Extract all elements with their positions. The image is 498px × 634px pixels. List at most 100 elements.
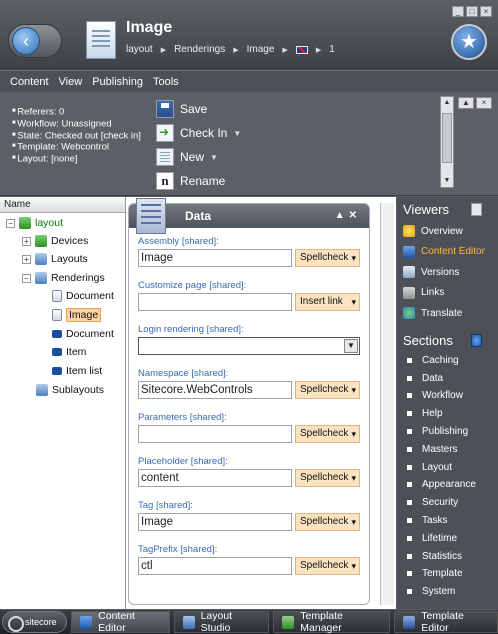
section-data[interactable]: Data [397,369,498,387]
menu-publishing[interactable]: Publishing [92,76,143,88]
viewer-versions[interactable]: Versions [397,262,498,283]
section-security[interactable]: Security [397,494,498,512]
expand-icon[interactable]: + [22,254,31,264]
tree-node-devices[interactable]: + Devices [22,232,88,250]
tree-node-image[interactable]: Image [52,306,102,324]
section-tasks[interactable]: Tasks [397,512,498,530]
collapse-ribbon-button[interactable]: ▲ [458,97,474,109]
check-in-label: Check In [180,126,228,140]
info-state[interactable]: State: Checked out [check in] [12,130,141,142]
tree-node-item-list[interactable]: Item list [52,362,102,380]
menu-content[interactable]: Content [10,76,49,88]
minimize-button[interactable]: _ [452,6,464,17]
section-masters[interactable]: Masters [397,440,498,458]
save-button[interactable]: Save [156,97,241,121]
close-button[interactable]: × [480,6,492,17]
new-document-icon [156,148,174,166]
task-layout-studio[interactable]: Layout Studio [173,610,270,634]
section-help[interactable]: Help [397,405,498,423]
close-ribbon-button[interactable]: × [476,97,492,109]
section-caching[interactable]: Caching [397,352,498,370]
menu-view[interactable]: View [59,76,83,88]
scroll-thumb[interactable] [442,113,452,163]
task-template-manager[interactable]: Template Manager [273,610,391,634]
sitecore-start-button[interactable]: sitecore [2,611,68,633]
chevron-down-icon: ▼ [210,152,218,162]
viewer-content-editor[interactable]: Content Editor [397,242,498,263]
rename-button[interactable]: n Rename [156,169,241,193]
tree-node-sublayouts[interactable]: Sublayouts [36,381,104,399]
insert-link-button[interactable]: Insert link [295,293,360,311]
maximize-button[interactable]: □ [466,6,478,17]
info-layout: Layout: [none] [12,153,141,165]
menu-bar: Content View Publishing Tools [0,70,498,92]
section-template[interactable]: Template [397,565,498,583]
scroll-up-icon[interactable]: ▲ [441,97,453,109]
document-icon [86,21,116,59]
login-rendering-select[interactable]: ▼ [138,337,360,355]
check-in-button[interactable]: Check In ▼ [156,121,241,145]
task-content-editor[interactable]: Content Editor [71,610,170,634]
tree-node-renderings[interactable]: − Renderings [22,269,105,287]
parameters-input[interactable] [138,425,292,443]
breadcrumb-item[interactable]: Image [247,44,275,55]
tree-node-layout[interactable]: − layout [6,214,63,232]
placeholder-input[interactable]: content [138,469,292,487]
assembly-input[interactable]: Image [138,249,292,267]
rename-icon: n [156,172,174,190]
breadcrumb-item[interactable]: Renderings [174,44,225,55]
spellcheck-button[interactable]: Spellcheck [295,557,360,575]
expand-icon[interactable]: + [22,236,31,246]
tree-node-document[interactable]: Document [52,287,114,305]
tree-node-layouts[interactable]: + Layouts [22,250,88,268]
editor-scrollbar[interactable] [380,203,394,605]
tree-node-label: layout [35,217,64,229]
ribbon-scrollbar[interactable]: ▲ ▼ [440,96,454,188]
collapse-icon[interactable]: − [6,218,15,228]
section-system[interactable]: System [397,583,498,601]
section-controls[interactable]: ▲✕ [335,204,361,228]
breadcrumb-item[interactable]: layout [126,44,153,55]
collapse-icon[interactable]: − [22,273,31,283]
viewer-links[interactable]: Links [397,283,498,304]
scroll-down-icon[interactable]: ▼ [441,175,453,187]
task-template-editor[interactable]: Template Editor [394,610,498,634]
spellcheck-button[interactable]: Spellcheck [295,249,360,267]
breadcrumb-arrow-icon: ▶ [282,46,288,54]
translate-icon [403,307,415,320]
language-flag-icon[interactable] [295,45,308,54]
back-button[interactable]: ‹ [8,24,62,58]
section-lifetime[interactable]: Lifetime [397,529,498,547]
menu-tools[interactable]: Tools [153,76,179,88]
tagprefix-input[interactable]: ctl [138,557,292,575]
viewer-label: Translate [421,307,463,319]
spellcheck-button[interactable]: Spellcheck [295,469,360,487]
section-appearance[interactable]: Appearance [397,476,498,494]
section-publishing[interactable]: Publishing [397,423,498,441]
new-button[interactable]: New ▼ [156,145,241,169]
viewer-translate[interactable]: Translate [397,303,498,324]
ribbon: Referers: 0 Workflow: Unassigned State: … [0,92,498,196]
parameters-field: Parameters [shared]: Spellcheck [138,412,360,443]
ribbon-controls: ▲ × [458,97,492,109]
field-label: Namespace [shared]: [138,368,229,379]
namespace-input[interactable]: Sitecore.WebControls [138,381,292,399]
section-layout[interactable]: Layout [397,458,498,476]
spellcheck-button[interactable]: Spellcheck [295,381,360,399]
chevron-down-icon[interactable]: ▼ [344,339,358,353]
breadcrumb: layout ▶ Renderings ▶ Image ▶ ▶ 1 [126,44,335,55]
tree-node-item[interactable]: Item [52,343,86,361]
star-menu-button[interactable]: ★ [451,24,487,60]
spellcheck-button[interactable]: Spellcheck [295,425,360,443]
section-workflow[interactable]: Workflow [397,387,498,405]
tree-node-document-control[interactable]: Document [52,325,114,343]
tag-input[interactable]: Image [138,513,292,531]
field-label: Placeholder [shared]: [138,456,228,467]
tree-node-label: Layouts [51,253,88,265]
spellcheck-button[interactable]: Spellcheck [295,513,360,531]
versions-icon [403,266,415,279]
section-statistics[interactable]: Statistics [397,547,498,565]
viewer-overview[interactable]: Overview [397,221,498,242]
version-number[interactable]: 1 [329,44,335,55]
customize-page-input[interactable] [138,293,292,311]
